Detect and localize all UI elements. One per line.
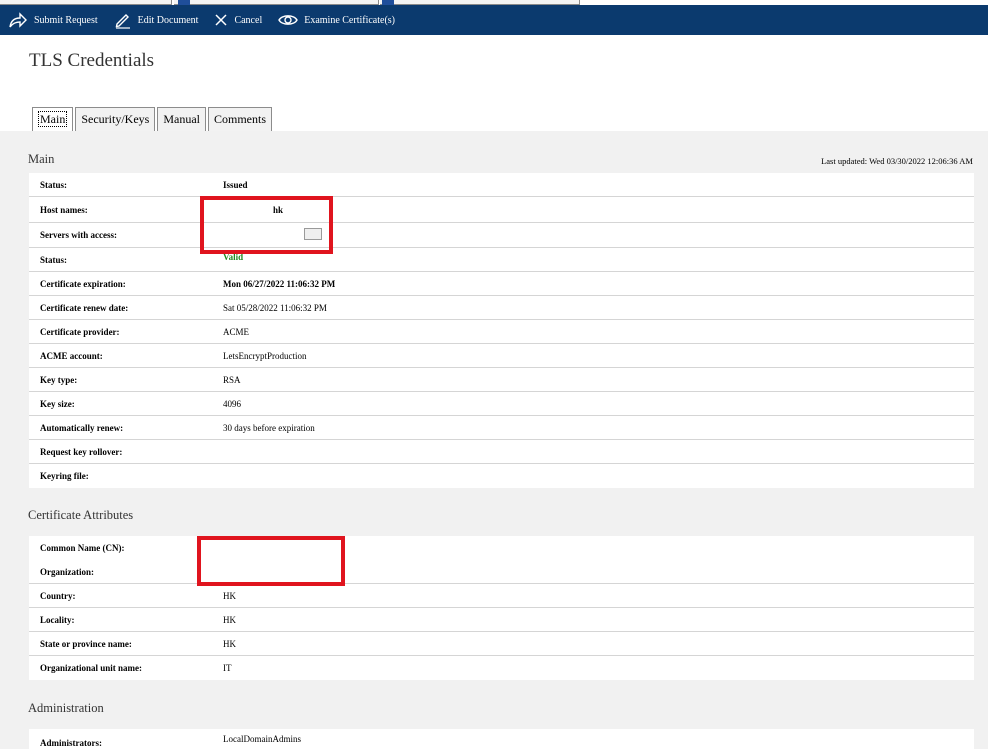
field-label: Automatically renew: [40,422,124,433]
field-label: Key size: [40,398,75,409]
field-row-host-names: Host names: hk [29,197,974,223]
status-value: Issued [223,179,248,190]
tab-comments-label: Comments [214,112,267,126]
field-row-validity: Status: Valid [29,248,974,272]
last-updated-text: Last updated: Wed 03/30/2022 12:06:36 AM [821,156,973,166]
automatically-renew-value: 30 days before expiration [223,422,315,433]
redaction-highlight-box [197,536,345,586]
acme-account-value: LetsEncryptProduction [223,350,307,361]
field-label: ACME account: [40,350,103,361]
tab-main-label: Main [38,111,68,127]
certificate-expiration-value: Mon 06/27/2022 11:06:32 PM [223,278,336,289]
field-row-organization: Organization: [29,560,974,584]
tab-manual[interactable]: Manual [157,107,206,131]
page-title: TLS Credentials [29,50,155,71]
field-row-locality: Locality: HK [29,608,974,632]
attributes-panel: Common Name (CN): Organization: Country:… [29,536,974,680]
form-tabs: Main Security/Keys Manual Comments [32,107,274,131]
field-label: Certificate renew date: [40,302,129,313]
field-label: Request key rollover: [40,446,123,457]
field-row-organizational-unit: Organizational unit name: IT [29,656,974,680]
field-row-status: Status: Issued [29,173,974,197]
administrators-value: LocalDomainAdmins [223,734,301,744]
redaction-highlight-box [200,196,333,254]
field-row-acme-account: ACME account: LetsEncryptProduction [29,344,974,368]
cancel-button[interactable]: Cancel [214,5,262,35]
section-heading-main: Main [28,152,55,166]
edit-document-button[interactable]: Edit Document [114,5,199,35]
field-label: Status: [40,179,68,190]
field-label: Locality: [40,614,75,625]
tab-main[interactable]: Main [32,107,74,131]
field-row-servers-with-access: Servers with access: [29,223,974,248]
field-row-certificate-expiration: Certificate expiration: Mon 06/27/2022 1… [29,272,974,296]
section-heading-administration: Administration [28,701,104,715]
submit-request-button[interactable]: Submit Request [8,5,98,35]
organizational-unit-value: IT [223,663,232,673]
edit-document-label: Edit Document [137,14,199,26]
field-row-administrators: Administrators: LocalDomainAdmins [29,729,974,749]
field-label: Country: [40,590,76,601]
certificate-provider-value: ACME [223,326,250,337]
field-label: Administrators: [40,738,102,748]
tab-security-keys[interactable]: Security/Keys [75,107,156,131]
field-row-key-type: Key type: RSA [29,368,974,392]
field-label: Servers with access: [40,230,117,240]
state-or-province-value: HK [223,638,236,649]
examine-certificates-label: Examine Certificate(s) [304,14,396,26]
edit-pencil-icon [115,14,130,29]
tab-comments[interactable]: Comments [208,107,273,131]
field-label: Organizational unit name: [40,663,143,673]
form-content: Main Last updated: Wed 03/30/2022 12:06:… [0,131,988,749]
field-row-automatically-renew: Automatically renew: 30 days before expi… [29,416,974,440]
action-toolbar: Submit Request Edit Document Cancel Exam… [0,5,988,35]
field-label: Certificate provider: [40,326,120,337]
cancel-x-icon [215,14,227,26]
tab-security-keys-label: Security/Keys [81,112,150,126]
cancel-label: Cancel [234,14,263,26]
field-row-common-name: Common Name (CN): [29,536,974,560]
field-row-key-size: Key size: 4096 [29,392,974,416]
field-label: Keyring file: [40,471,89,481]
field-row-request-key-rollover: Request key rollover: [29,440,974,464]
field-label: Host names: [40,204,88,215]
tab-manual-label: Manual [163,112,200,126]
field-label: Status: [40,254,68,265]
examine-eye-icon [278,15,299,25]
key-size-value: 4096 [223,398,241,409]
field-row-certificate-provider: Certificate provider: ACME [29,320,974,344]
field-row-keyring-file: Keyring file: [29,464,974,488]
field-row-country: Country: HK [29,584,974,608]
key-type-value: RSA [223,374,241,385]
field-label: State or province name: [40,638,132,649]
locality-value: HK [223,614,236,625]
field-label: Common Name (CN): [40,543,125,553]
examine-certificates-button[interactable]: Examine Certificate(s) [278,5,395,35]
field-label: Certificate expiration: [40,278,126,289]
field-label: Organization: [40,566,94,577]
field-row-state-or-province: State or province name: HK [29,632,974,656]
section-heading-certificate-attributes: Certificate Attributes [28,508,134,522]
field-row-certificate-renew-date: Certificate renew date: Sat 05/28/2022 1… [29,296,974,320]
submit-request-label: Submit Request [34,14,98,26]
certificate-renew-date-value: Sat 05/28/2022 11:06:32 PM [223,302,327,313]
field-label: Key type: [40,374,78,385]
submit-arrow-icon [9,12,27,28]
administration-panel: Administrators: LocalDomainAdmins [29,729,974,749]
country-value: HK [223,590,236,601]
main-fields-panel: Status: Issued Host names: hk Servers wi… [29,173,974,488]
